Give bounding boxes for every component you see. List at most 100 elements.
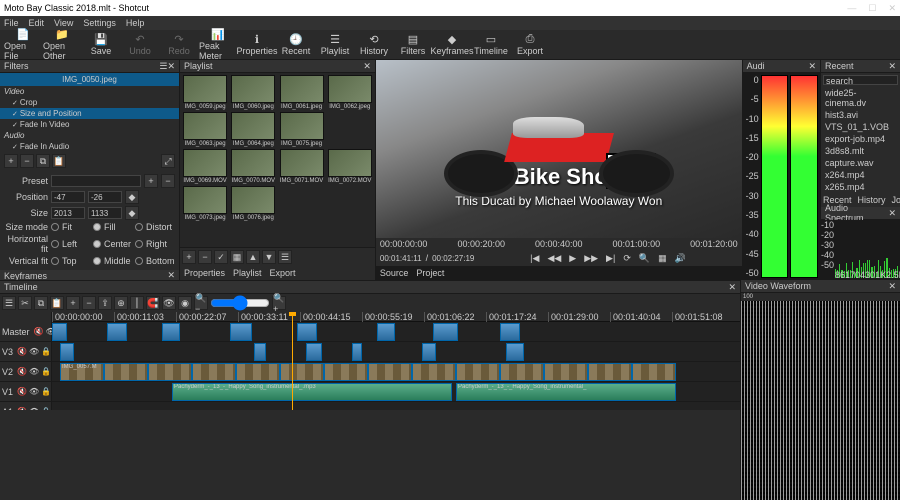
- tl-snap-button[interactable]: 🧲: [146, 296, 160, 310]
- timeline-clip[interactable]: [544, 363, 588, 381]
- tl-copy-button[interactable]: ⧉: [34, 296, 48, 310]
- tl-zoom-out-button[interactable]: 🔍−: [194, 296, 208, 310]
- recent-item[interactable]: VTS_01_1.VOB: [823, 121, 898, 133]
- track-head-a1[interactable]: A1🔇👁🔒: [0, 402, 51, 410]
- playlist-item[interactable]: IMG_0072.MOV: [327, 149, 373, 184]
- tab-jobs[interactable]: Jobs: [892, 195, 900, 205]
- timeline-button[interactable]: ▭Timeline: [472, 31, 510, 59]
- size-w-input[interactable]: [51, 207, 85, 219]
- tl-lift-button[interactable]: ⇪: [98, 296, 112, 310]
- tab-project[interactable]: Project: [416, 268, 444, 278]
- preview-ruler[interactable]: 00:00:00:0000:00:20:0000:00:40:0000:01:0…: [376, 238, 742, 250]
- mute-icon[interactable]: 🔇: [17, 387, 27, 396]
- timeline-clip[interactable]: [632, 363, 676, 381]
- panel-close-icon[interactable]: ✕: [888, 208, 896, 219]
- playlist-item[interactable]: IMG_0070.MOV: [230, 149, 276, 184]
- tl-scrub-button[interactable]: 👁: [162, 296, 176, 310]
- pos-keyframe-button[interactable]: ◆: [125, 190, 139, 204]
- skip-end-button[interactable]: ▶|: [604, 253, 617, 264]
- filter-item[interactable]: Fade In Video: [0, 119, 179, 130]
- tab-source[interactable]: Source: [380, 268, 409, 278]
- radio-center[interactable]: [93, 240, 101, 248]
- preset-select[interactable]: [51, 175, 141, 187]
- undo-button[interactable]: ↶Undo: [121, 31, 159, 59]
- playlist-item[interactable]: IMG_0073.jpeg: [182, 186, 228, 221]
- preview-monitor[interactable]: 211 A Bike Show This Ducati by Michael W…: [376, 60, 742, 238]
- recent-item[interactable]: x264.mp4: [823, 169, 898, 181]
- export-button[interactable]: ⎙Export: [511, 31, 549, 59]
- menu-view[interactable]: View: [54, 18, 73, 28]
- hide-icon[interactable]: 👁: [29, 367, 39, 376]
- peak-meter-button[interactable]: 📊Peak Meter: [199, 31, 237, 59]
- filter-item[interactable]: Size and Position: [0, 108, 179, 119]
- timeline-clip[interactable]: IMG_0057.M: [60, 363, 104, 381]
- playlist-down-button[interactable]: ▼: [262, 250, 276, 264]
- track-head-v1[interactable]: V1🔇👁🔒: [0, 382, 51, 402]
- panel-close-icon[interactable]: ✕: [363, 61, 371, 72]
- tl-zoom-in-button[interactable]: 🔍+: [272, 296, 286, 310]
- forward-button[interactable]: ▶▶: [582, 253, 600, 264]
- rewind-button[interactable]: ◀◀: [545, 253, 563, 264]
- lock-icon[interactable]: 🔒: [41, 367, 51, 376]
- size-h-input[interactable]: [88, 207, 122, 219]
- tab-properties[interactable]: Properties: [184, 268, 225, 278]
- playlist-item[interactable]: IMG_0059.jpeg: [182, 75, 228, 110]
- timeline-clip[interactable]: [500, 363, 544, 381]
- recent-item[interactable]: x265.mp4: [823, 181, 898, 193]
- hide-icon[interactable]: 👁: [29, 407, 39, 410]
- tl-menu-button[interactable]: ☰: [2, 296, 16, 310]
- recent-button[interactable]: 🕘Recent: [277, 31, 315, 59]
- mute-icon[interactable]: 🔇: [34, 327, 44, 336]
- timeline-clip[interactable]: [422, 343, 436, 361]
- timeline-clip[interactable]: [588, 363, 632, 381]
- playlist-menu-button[interactable]: ☰: [278, 250, 292, 264]
- track-head-master[interactable]: Master🔇👁🔒: [0, 322, 51, 342]
- mute-icon[interactable]: 🔇: [17, 367, 27, 376]
- playlist-item[interactable]: IMG_0069.MOV: [182, 149, 228, 184]
- panel-close-icon[interactable]: ✕: [888, 281, 896, 292]
- timeline-clip[interactable]: [60, 343, 74, 361]
- playlist-item[interactable]: IMG_0076.jpeg: [230, 186, 276, 221]
- menu-settings[interactable]: Settings: [83, 18, 116, 28]
- tl-paste-button[interactable]: 📋: [50, 296, 64, 310]
- history-button[interactable]: ⟲History: [355, 31, 393, 59]
- preset-add-button[interactable]: +: [144, 174, 158, 188]
- playlist-check-button[interactable]: ✓: [214, 250, 228, 264]
- timeline-clip[interactable]: [306, 343, 322, 361]
- timeline-clip[interactable]: [433, 323, 458, 341]
- maximize-button[interactable]: ☐: [868, 3, 876, 14]
- playlist-item[interactable]: IMG_0062.jpeg: [327, 75, 373, 110]
- panel-menu-icon[interactable]: ☰: [159, 61, 167, 72]
- recent-search-input[interactable]: search: [823, 75, 898, 85]
- recent-item[interactable]: export-job.mp4: [823, 133, 898, 145]
- hide-icon[interactable]: 👁: [29, 387, 39, 396]
- menu-file[interactable]: File: [4, 18, 19, 28]
- tl-zoom-slider[interactable]: [210, 298, 270, 308]
- timeline-tracks[interactable]: 00:00:00:0000:00:11:0300:00:22:0700:00:3…: [52, 312, 740, 410]
- playlist-up-button[interactable]: ▲: [246, 250, 260, 264]
- timeline-clip[interactable]: [52, 323, 67, 341]
- properties-button[interactable]: ℹProperties: [238, 31, 276, 59]
- radio-left[interactable]: [51, 240, 59, 248]
- timecode-in[interactable]: 00:01:41:11: [380, 254, 422, 263]
- timeline-clip[interactable]: [280, 363, 324, 381]
- skip-start-button[interactable]: |◀: [528, 253, 541, 264]
- play-button[interactable]: ▶: [567, 253, 578, 264]
- timeline-clip[interactable]: [254, 343, 266, 361]
- tab-export[interactable]: Export: [270, 268, 296, 278]
- playlist-item[interactable]: IMG_0061.jpeg: [278, 75, 324, 110]
- playlist-add-button[interactable]: +: [182, 250, 196, 264]
- loop-button[interactable]: ⟳: [621, 253, 633, 264]
- size-keyframe-button[interactable]: ◆: [125, 206, 139, 220]
- timeline-clip[interactable]: [107, 323, 127, 341]
- open-other-button[interactable]: 📁Open Other: [43, 31, 81, 59]
- timeline-clip[interactable]: [148, 363, 192, 381]
- menu-edit[interactable]: Edit: [29, 18, 45, 28]
- track-head-v2[interactable]: V2🔇👁🔒: [0, 362, 51, 382]
- recent-item[interactable]: hist3.avi: [823, 109, 898, 121]
- mute-icon[interactable]: 🔇: [17, 407, 27, 410]
- playlist-item[interactable]: IMG_0063.jpeg: [182, 112, 228, 147]
- radio-middle[interactable]: [93, 257, 101, 265]
- timeline-clip[interactable]: [230, 323, 252, 341]
- timeline-clip[interactable]: [324, 363, 368, 381]
